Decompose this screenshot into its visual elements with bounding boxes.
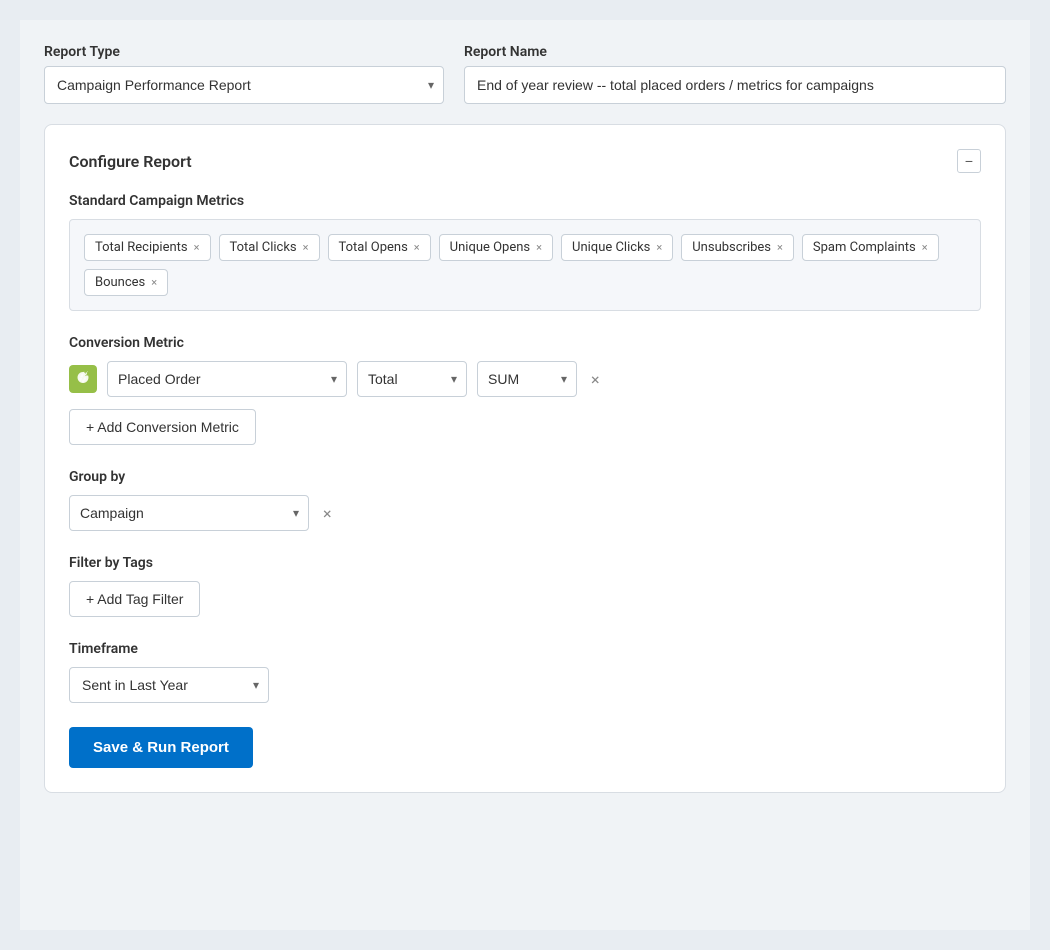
metric-tag-unique-clicks: Unique Clicks × — [561, 234, 673, 261]
remove-group-by-icon[interactable]: × — [323, 504, 332, 523]
card-title: Configure Report — [69, 152, 192, 171]
report-type-label: Report Type — [44, 44, 444, 60]
remove-metric-spam-complaints-icon[interactable]: × — [922, 242, 928, 253]
placed-order-select[interactable]: Placed Order — [107, 361, 347, 397]
conversion-metric-section: Conversion Metric Placed Order ▾ — [69, 335, 981, 445]
remove-metric-total-clicks-icon[interactable]: × — [303, 242, 309, 253]
report-name-label: Report Name — [464, 44, 1006, 60]
add-tag-filter-button[interactable]: + Add Tag Filter — [69, 581, 200, 617]
remove-conversion-icon[interactable]: × — [591, 370, 600, 389]
remove-metric-unsubscribes-icon[interactable]: × — [777, 242, 783, 253]
filter-by-tags-section: Filter by Tags + Add Tag Filter — [69, 555, 981, 617]
minus-icon: − — [965, 153, 973, 169]
conversion-metric-label: Conversion Metric — [69, 335, 981, 351]
save-run-button[interactable]: Save & Run Report — [69, 727, 253, 768]
report-type-wrapper: Campaign Performance Report ▾ — [44, 66, 444, 104]
report-type-select[interactable]: Campaign Performance Report — [44, 66, 444, 104]
metric-label: Total Opens — [339, 240, 408, 255]
card-header: Configure Report − — [69, 149, 981, 173]
report-name-input[interactable] — [464, 66, 1006, 104]
group-by-select[interactable]: Campaign — [69, 495, 309, 531]
remove-metric-total-recipients-icon[interactable]: × — [194, 242, 200, 253]
timeframe-wrapper: Sent in Last Year ▾ — [69, 667, 269, 703]
report-name-group: Report Name — [464, 44, 1006, 104]
group-by-label: Group by — [69, 469, 981, 485]
standard-metrics-section: Standard Campaign Metrics Total Recipien… — [69, 193, 981, 311]
metric-tag-unique-opens: Unique Opens × — [439, 234, 553, 261]
timeframe-select[interactable]: Sent in Last Year — [69, 667, 269, 703]
metric-tag-bounces: Bounces × — [84, 269, 168, 296]
remove-metric-total-opens-icon[interactable]: × — [414, 242, 420, 253]
metrics-area: Total Recipients×Total Clicks×Total Open… — [69, 219, 981, 311]
group-by-row: Campaign ▾ × — [69, 495, 981, 531]
add-conversion-metric-button[interactable]: + Add Conversion Metric — [69, 409, 256, 445]
metric-tag-total-recipients: Total Recipients × — [84, 234, 211, 261]
conversion-row: Placed Order ▾ Total ▾ SUM ▾ × — [69, 361, 981, 397]
configure-card: Configure Report − Standard Campaign Met… — [44, 124, 1006, 793]
remove-metric-unique-opens-icon[interactable]: × — [536, 242, 542, 253]
standard-metrics-label: Standard Campaign Metrics — [69, 193, 981, 209]
total-wrapper: Total ▾ — [357, 361, 467, 397]
metric-label: Unsubscribes — [692, 240, 771, 255]
report-type-group: Report Type Campaign Performance Report … — [44, 44, 444, 104]
top-row: Report Type Campaign Performance Report … — [44, 44, 1006, 104]
metric-tag-unsubscribes: Unsubscribes × — [681, 234, 794, 261]
metric-label: Total Recipients — [95, 240, 188, 255]
filter-by-tags-label: Filter by Tags — [69, 555, 981, 571]
page-container: Report Type Campaign Performance Report … — [20, 20, 1030, 930]
total-select[interactable]: Total — [357, 361, 467, 397]
placed-order-wrapper: Placed Order ▾ — [107, 361, 347, 397]
metric-tag-total-clicks: Total Clicks × — [219, 234, 320, 261]
group-by-wrapper: Campaign ▾ — [69, 495, 309, 531]
remove-metric-bounces-icon[interactable]: × — [151, 277, 157, 288]
metric-label: Unique Clicks — [572, 240, 650, 255]
metric-label: Spam Complaints — [813, 240, 916, 255]
timeframe-section: Timeframe Sent in Last Year ▾ — [69, 641, 981, 703]
metric-tag-total-opens: Total Opens × — [328, 234, 431, 261]
metric-label: Unique Opens — [450, 240, 530, 255]
shopify-icon — [69, 365, 97, 393]
sum-select[interactable]: SUM — [477, 361, 577, 397]
collapse-button[interactable]: − — [957, 149, 981, 173]
remove-metric-unique-clicks-icon[interactable]: × — [656, 242, 662, 253]
metric-label: Bounces — [95, 275, 145, 290]
metric-tag-spam-complaints: Spam Complaints × — [802, 234, 939, 261]
metric-label: Total Clicks — [230, 240, 297, 255]
group-by-section: Group by Campaign ▾ × — [69, 469, 981, 531]
sum-wrapper: SUM ▾ — [477, 361, 577, 397]
timeframe-label: Timeframe — [69, 641, 981, 657]
